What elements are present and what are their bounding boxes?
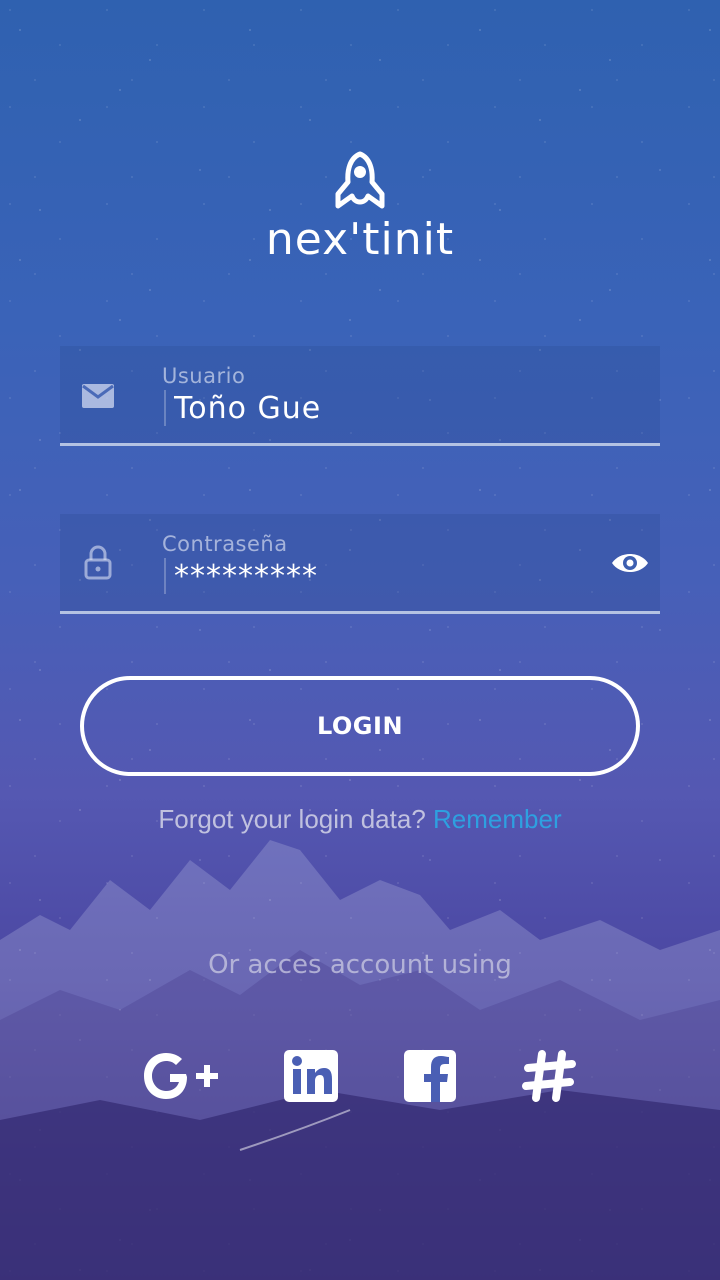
forgot-login-row: Forgot your login data? Remember [0,804,720,835]
slack-icon[interactable] [522,1046,578,1106]
password-input[interactable] [164,558,594,594]
username-input[interactable] [164,390,594,426]
login-button[interactable]: LOGIN [80,676,640,776]
username-label: Usuario [162,364,246,388]
username-field: Usuario [60,346,660,446]
password-field: Contraseña [60,514,660,614]
social-login-heading: Or acces account using [208,950,512,980]
lock-icon [84,545,112,580]
facebook-icon[interactable] [404,1046,458,1106]
username-underline [60,443,660,446]
app-logo: nex'tinit [0,150,720,265]
logo-wordmark: nex'tinit [265,214,455,265]
linkedin-icon[interactable] [284,1046,340,1106]
forgot-text: Forgot your login data? [158,804,426,834]
remember-link[interactable]: Remember [433,804,562,834]
password-underline [60,611,660,614]
eye-icon[interactable] [610,550,650,576]
google-plus-icon[interactable] [144,1046,220,1106]
envelope-icon [82,384,114,408]
password-label: Contraseña [162,532,288,556]
rocket-logo-icon [335,151,385,209]
login-screen: nex'tinit Usuario Contraseña LOGIN Forgo… [0,0,720,1280]
social-login-row [0,1046,720,1106]
